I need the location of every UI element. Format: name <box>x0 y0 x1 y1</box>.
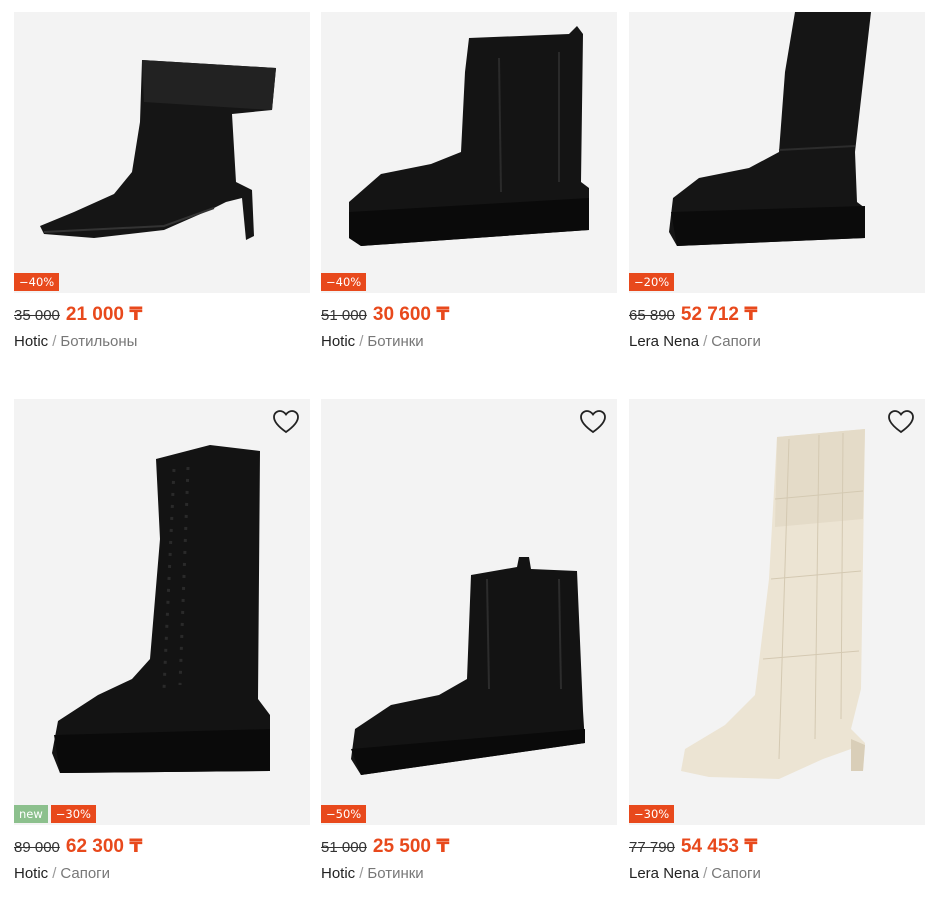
heart-icon[interactable] <box>272 409 300 435</box>
product-card[interactable]: −40% 35 000 21 000 ₸ Hotic / Ботильоны <box>14 12 310 382</box>
discount-badge: −40% <box>14 273 60 291</box>
product-card[interactable]: −30% 77 790 54 453 ₸ Lera Nena / Сапоги <box>629 399 925 882</box>
current-price: 25 500 ₸ <box>372 836 450 857</box>
discount-badge: −40% <box>321 273 367 291</box>
product-card[interactable]: −50% 51 000 25 500 ₸ Hotic / Ботинки <box>321 399 617 882</box>
category-name[interactable]: Сапоги <box>711 333 761 350</box>
separator: / <box>52 333 57 350</box>
discount-badge: −50% <box>321 805 367 823</box>
current-price: 62 300 ₸ <box>65 836 143 857</box>
separator: / <box>359 865 364 882</box>
separator: / <box>52 865 57 882</box>
old-price: 51 000 <box>321 839 367 856</box>
product-meta[interactable]: Hotic / Ботильоны <box>14 333 310 350</box>
current-price: 54 453 ₸ <box>680 836 758 857</box>
price-row: 89 000 62 300 ₸ <box>14 835 310 859</box>
product-card[interactable]: −40% 51 000 30 600 ₸ Hotic / Ботинки <box>321 12 617 382</box>
separator: / <box>359 333 364 350</box>
current-price: 52 712 ₸ <box>680 304 758 325</box>
old-price: 35 000 <box>14 307 60 324</box>
product-card[interactable]: new −30% 89 000 62 300 ₸ Hotic / Сапоги <box>14 399 310 882</box>
brand-name[interactable]: Hotic <box>14 333 48 350</box>
badge-list: −40% <box>14 273 62 291</box>
product-image[interactable]: new −30% <box>14 399 310 825</box>
brand-name[interactable]: Hotic <box>321 865 355 882</box>
category-name[interactable]: Ботинки <box>367 865 423 882</box>
brand-name[interactable]: Lera Nena <box>629 333 699 350</box>
category-name[interactable]: Ботильоны <box>60 333 137 350</box>
category-name[interactable]: Ботинки <box>367 333 423 350</box>
heart-icon[interactable] <box>887 409 915 435</box>
price-row: 77 790 54 453 ₸ <box>629 835 925 859</box>
product-image[interactable]: −50% <box>321 399 617 825</box>
product-image[interactable]: −20% <box>629 12 925 293</box>
heart-icon[interactable] <box>579 409 607 435</box>
current-price: 21 000 ₸ <box>65 304 143 325</box>
product-grid: −40% 35 000 21 000 ₸ Hotic / Ботильоны −40… <box>0 0 935 905</box>
brand-name[interactable]: Hotic <box>14 865 48 882</box>
product-image[interactable]: −40% <box>14 12 310 293</box>
product-meta[interactable]: Hotic / Ботинки <box>321 333 617 350</box>
product-meta[interactable]: Lera Nena / Сапоги <box>629 333 925 350</box>
brand-name[interactable]: Hotic <box>321 333 355 350</box>
price-row: 35 000 21 000 ₸ <box>14 303 310 327</box>
price-row: 65 890 52 712 ₸ <box>629 303 925 327</box>
old-price: 65 890 <box>629 307 675 324</box>
badge-list: −50% <box>321 805 369 823</box>
separator: / <box>703 333 708 350</box>
old-price: 89 000 <box>14 839 60 856</box>
discount-badge: −30% <box>50 805 96 823</box>
separator: / <box>703 865 708 882</box>
price-row: 51 000 30 600 ₸ <box>321 303 617 327</box>
current-price: 30 600 ₸ <box>372 304 450 325</box>
knee-high-boot-image <box>669 12 871 246</box>
product-image[interactable]: −40% <box>321 12 617 293</box>
category-name[interactable]: Сапоги <box>60 865 110 882</box>
product-meta[interactable]: Hotic / Сапоги <box>14 865 310 882</box>
old-price: 51 000 <box>321 307 367 324</box>
product-meta[interactable]: Hotic / Ботинки <box>321 865 617 882</box>
discount-badge: −30% <box>629 805 675 823</box>
new-badge: new <box>14 805 48 823</box>
brand-name[interactable]: Lera Nena <box>629 865 699 882</box>
badge-list: new −30% <box>14 805 99 823</box>
old-price: 77 790 <box>629 839 675 856</box>
platform-boot-image <box>349 26 589 246</box>
chelsea-boot-image <box>351 557 585 775</box>
category-name[interactable]: Сапоги <box>711 865 761 882</box>
product-card[interactable]: −20% 65 890 52 712 ₸ Lera Nena / Сапоги <box>629 12 925 382</box>
ankle-boot-image <box>40 60 276 240</box>
lace-up-boot-image <box>52 445 270 773</box>
badge-list: −40% <box>321 273 369 291</box>
badge-list: −20% <box>629 273 677 291</box>
cream-boot-image <box>681 429 865 779</box>
price-row: 51 000 25 500 ₸ <box>321 835 617 859</box>
badge-list: −30% <box>629 805 677 823</box>
product-meta[interactable]: Lera Nena / Сапоги <box>629 865 925 882</box>
product-image[interactable]: −30% <box>629 399 925 825</box>
discount-badge: −20% <box>629 273 675 291</box>
